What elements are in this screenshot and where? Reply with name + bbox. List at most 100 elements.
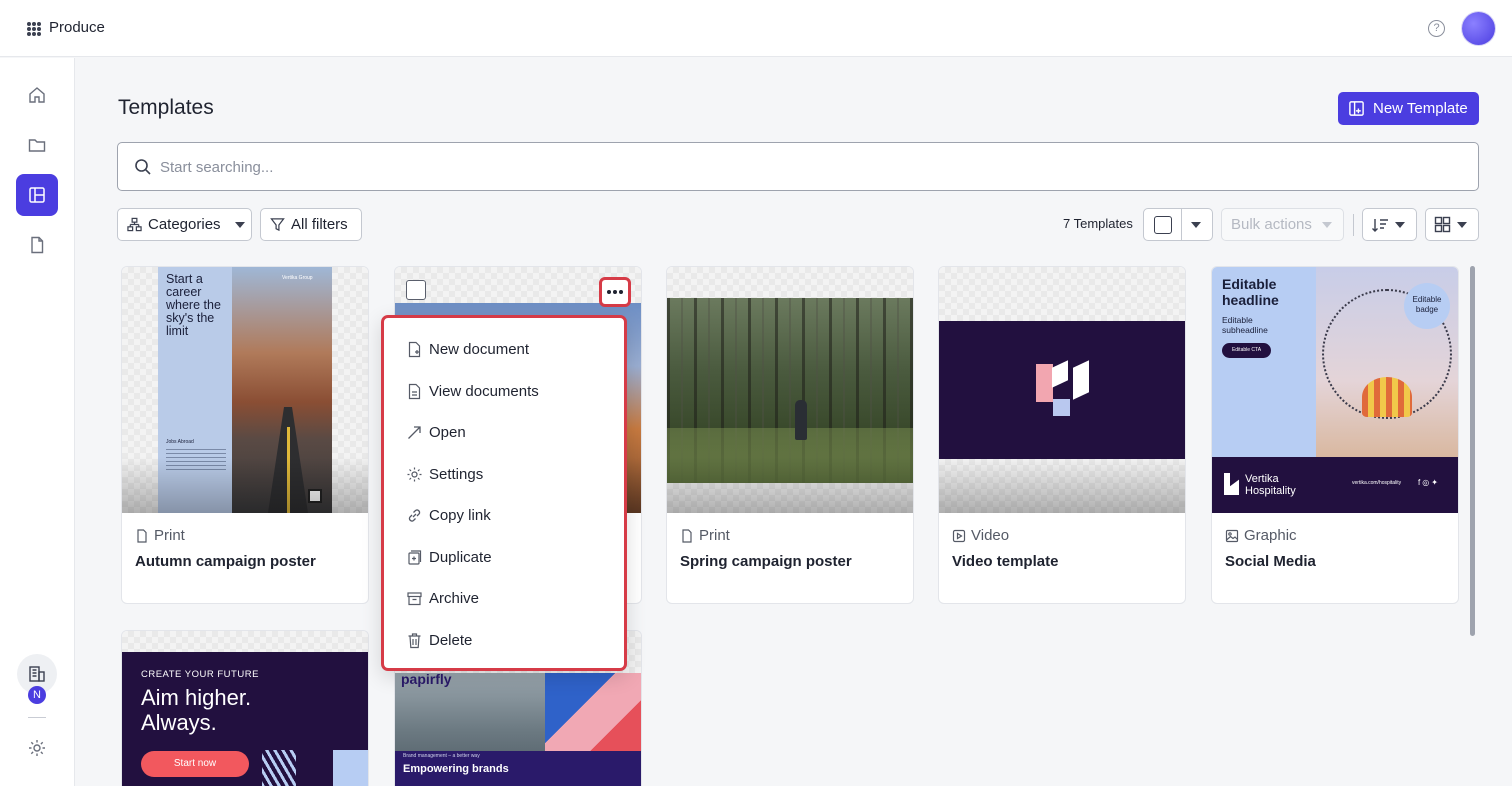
- all-filters-label: All filters: [291, 216, 348, 233]
- user-avatar[interactable]: [1462, 12, 1495, 45]
- new-template-label: New Template: [1373, 100, 1468, 117]
- card-type: Print: [135, 527, 185, 544]
- menu-item-label: Settings: [429, 465, 484, 483]
- sidebar: N: [0, 58, 75, 786]
- menu-item-settings[interactable]: Settings: [406, 462, 483, 486]
- social-icons: f◎✦: [1418, 478, 1440, 487]
- search-icon: [135, 159, 151, 175]
- sidebar-item-templates[interactable]: [16, 174, 58, 216]
- select-divider: [1181, 209, 1182, 240]
- menu-item-duplicate[interactable]: Duplicate: [406, 545, 492, 569]
- menu-item-label: View documents: [429, 382, 539, 400]
- thumb-badge-line: Editable: [1412, 295, 1442, 304]
- menu-item-copy-link[interactable]: Copy link: [406, 503, 491, 527]
- card-title: Social Media: [1225, 553, 1316, 570]
- card-type-label: Graphic: [1244, 527, 1297, 544]
- new-document-icon: [408, 341, 421, 357]
- card-title: Video template: [952, 553, 1059, 570]
- thumb-badge-line: badge: [1415, 305, 1439, 314]
- settings-icon: [407, 467, 422, 481]
- sidebar-divider: [28, 717, 46, 718]
- all-filters-button[interactable]: All filters: [260, 208, 362, 241]
- menu-item-label: Copy link: [429, 506, 491, 524]
- menu-item-label: Delete: [429, 631, 473, 649]
- thumb-brand-line: Vertika: [1245, 473, 1279, 485]
- select-all-checkbox[interactable]: [1154, 216, 1172, 234]
- sort-dropdown[interactable]: [1362, 208, 1417, 241]
- chevron-down-icon: [1321, 221, 1332, 228]
- template-card-social[interactable]: Editable headline Editable subheadline E…: [1211, 266, 1459, 604]
- thumb-kicker: Brand management – a better way: [403, 753, 480, 759]
- building-icon: [29, 666, 45, 682]
- categories-dropdown[interactable]: Categories: [117, 208, 252, 241]
- card-type-label: Print: [154, 527, 185, 544]
- archive-icon: [407, 591, 422, 605]
- hierarchy-icon: [127, 217, 142, 232]
- help-icon[interactable]: ?: [1428, 20, 1445, 37]
- thumb-sub-line: Editable: [1222, 315, 1253, 325]
- more-options-button[interactable]: [599, 277, 631, 307]
- filter-icon: [270, 218, 285, 232]
- view-mode-dropdown[interactable]: [1425, 208, 1479, 241]
- sidebar-item-documents[interactable]: [16, 224, 58, 266]
- menu-item-label: Archive: [429, 589, 480, 607]
- new-template-icon: [1349, 101, 1364, 116]
- card-select-checkbox[interactable]: [406, 280, 426, 300]
- scrollbar[interactable]: [1470, 266, 1475, 636]
- card-title: Autumn campaign poster: [135, 553, 316, 570]
- thumb-headline-line: Always.: [141, 710, 217, 735]
- template-thumbnail: Editable headline Editable subheadline E…: [1212, 267, 1458, 513]
- open-arrow-icon: [408, 425, 421, 439]
- template-card-video[interactable]: Video Video template: [938, 266, 1186, 604]
- bulk-actions-dropdown[interactable]: Bulk actions: [1221, 208, 1344, 241]
- card-type-label: Video: [971, 527, 1010, 544]
- menu-item-view-documents[interactable]: View documents: [406, 379, 539, 403]
- grid-view-icon: [1434, 216, 1451, 233]
- template-thumbnail: Start a career where the sky's the limit…: [122, 267, 368, 513]
- template-count: 7 Templates: [1063, 216, 1133, 231]
- new-template-button[interactable]: New Template: [1338, 92, 1479, 125]
- thumb-subtitle: Jobs Abroad: [166, 439, 194, 445]
- search-bar[interactable]: [117, 142, 1479, 191]
- select-all-control[interactable]: [1143, 208, 1213, 241]
- thumb-brand: Vertika Group: [282, 275, 313, 281]
- template-card-spring[interactable]: Print Spring campaign poster: [666, 266, 914, 604]
- template-card-aim-higher[interactable]: CREATE YOUR FUTURE Aim higher. Always. S…: [121, 630, 369, 786]
- document-icon: [682, 528, 692, 543]
- app-grid-icon[interactable]: [27, 22, 41, 36]
- categories-label: Categories: [148, 216, 221, 233]
- templates-icon: [29, 187, 45, 203]
- trash-icon: [408, 632, 421, 648]
- page-title: Templates: [118, 96, 214, 119]
- card-title: Spring campaign poster: [680, 553, 852, 570]
- sidebar-item-folders[interactable]: [16, 124, 58, 166]
- card-type-label: Print: [699, 527, 730, 544]
- thumb-headline: Empowering brands: [403, 763, 509, 775]
- document-icon: [137, 528, 147, 543]
- toolbar-divider: [1353, 214, 1354, 236]
- video-icon: [952, 529, 966, 542]
- sidebar-item-home[interactable]: [16, 74, 58, 116]
- chevron-down-icon: [1457, 221, 1467, 228]
- duplicate-icon: [408, 549, 422, 565]
- chevron-down-icon[interactable]: [1191, 222, 1201, 228]
- menu-item-archive[interactable]: Archive: [406, 586, 479, 610]
- menu-item-delete[interactable]: Delete: [406, 628, 472, 652]
- thumb-cta: Start now: [141, 751, 249, 777]
- thumb-headline-line: Editable: [1222, 276, 1277, 292]
- menu-item-label: Open: [429, 423, 466, 441]
- app-name[interactable]: Produce: [49, 19, 105, 36]
- template-thumbnail: [667, 267, 913, 513]
- search-input[interactable]: [160, 155, 1460, 179]
- menu-item-open[interactable]: Open: [406, 420, 466, 444]
- template-context-menu: New document View documents Open Setting…: [381, 315, 627, 671]
- menu-item-label: Duplicate: [429, 548, 492, 566]
- card-type: Graphic: [1225, 527, 1297, 544]
- thumb-sub-line: subheadline: [1222, 325, 1268, 335]
- template-thumbnail: [939, 267, 1185, 513]
- gear-icon[interactable]: [27, 738, 47, 758]
- menu-item-new-document[interactable]: New document: [406, 337, 529, 361]
- card-type: Print: [680, 527, 730, 544]
- template-card-autumn[interactable]: Start a career where the sky's the limit…: [121, 266, 369, 604]
- thumb-cta: Editable CTA: [1222, 343, 1271, 358]
